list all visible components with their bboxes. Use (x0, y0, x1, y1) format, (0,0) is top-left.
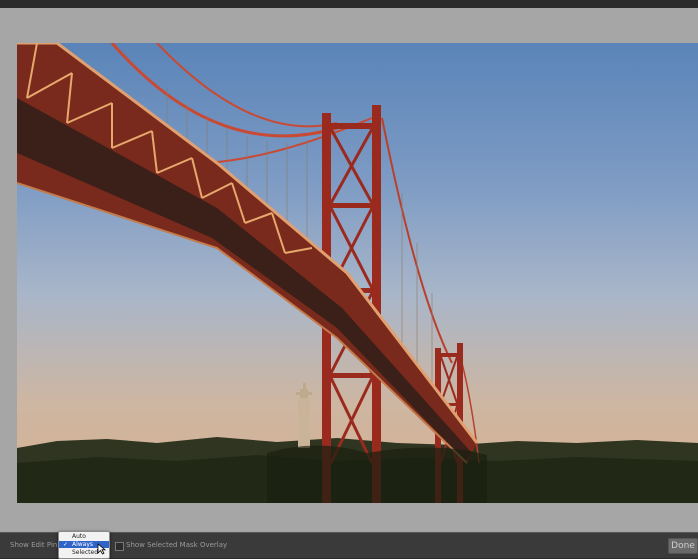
menu-item-auto-label: Auto (72, 533, 86, 540)
bridge-photo (17, 43, 698, 503)
menu-item-always-label: Always (72, 541, 94, 548)
show-edit-pins-label: Show Edit Pins: (10, 541, 64, 549)
cursor-icon (97, 543, 106, 555)
done-button[interactable]: Done (668, 538, 698, 554)
menu-item-auto[interactable]: Auto (59, 533, 109, 540)
menu-item-selected-label: Selected (72, 549, 99, 556)
preview-canvas (0, 8, 698, 532)
checkmark-icon: ✓ (63, 541, 69, 548)
photo-preview[interactable] (17, 43, 698, 503)
show-mask-overlay-checkbox[interactable] (115, 542, 124, 551)
show-mask-overlay-label: Show Selected Mask Overlay (126, 541, 228, 549)
